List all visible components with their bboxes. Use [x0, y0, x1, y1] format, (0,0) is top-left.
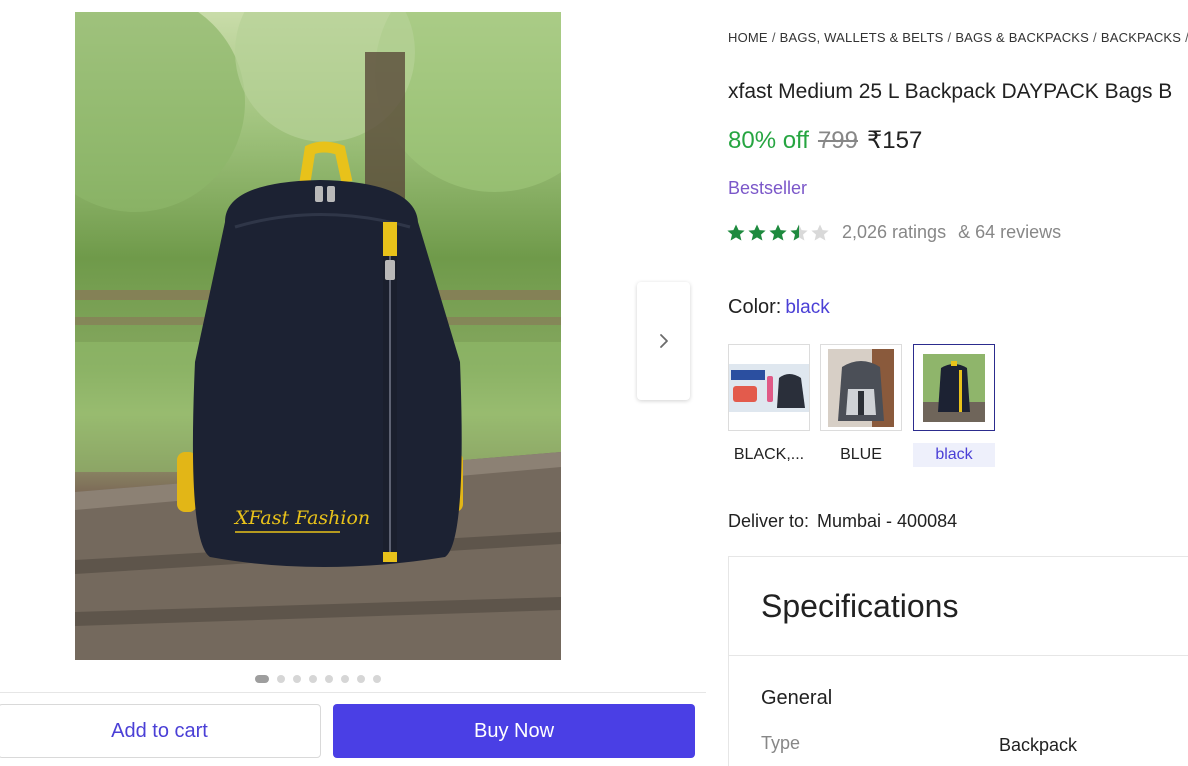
discount-percent: 80% off	[728, 127, 809, 154]
color-swatch-black[interactable]	[913, 344, 995, 431]
color-label-text: Color:	[728, 296, 782, 318]
specifications-panel: Specifications General Type Backpack	[728, 556, 1188, 766]
rating-summary[interactable]: 2,026 ratings & 64 reviews	[726, 222, 1061, 243]
delivery-location[interactable]: Deliver to: Mumbai - 400084	[728, 511, 957, 532]
price-row: 80% off 799 ₹157	[728, 126, 922, 155]
ratings-count[interactable]: 2,026 ratings	[842, 222, 946, 243]
breadcrumb-home[interactable]: HOME	[728, 30, 768, 45]
breadcrumb-bags-wallets-belts[interactable]: BAGS, WALLETS & BELTS	[780, 30, 944, 45]
blue-backpack-thumbnail-icon	[828, 348, 894, 427]
gallery-dot[interactable]	[325, 675, 333, 683]
spec-group-title: General	[761, 687, 833, 709]
color-selector-label: Color: black	[728, 296, 830, 319]
star-full-icon	[769, 224, 787, 240]
next-image-button[interactable]	[637, 282, 690, 400]
spec-value-type: Backpack	[999, 735, 1078, 755]
gallery-dot[interactable]	[341, 675, 349, 683]
swatch-label-black-combo[interactable]: BLACK,...	[728, 443, 810, 467]
product-main-image[interactable]: XFast Fashion	[75, 12, 561, 660]
spec-key-type: Type	[761, 733, 801, 753]
combo-offer-thumbnail-icon	[729, 363, 809, 412]
buy-now-button[interactable]: Buy Now	[333, 704, 695, 758]
star-half-icon	[790, 224, 808, 240]
add-to-cart-button[interactable]: Add to cart	[0, 704, 321, 758]
gallery-dot[interactable]	[373, 675, 381, 683]
reviews-count[interactable]: & 64 reviews	[958, 222, 1061, 243]
color-swatch-blue[interactable]	[820, 344, 902, 431]
delivery-pincode[interactable]: Mumbai - 400084	[817, 511, 957, 531]
gallery-dot[interactable]	[293, 675, 301, 683]
breadcrumb-bags-backpacks[interactable]: BAGS & BACKPACKS	[955, 30, 1089, 45]
brand-logo-text: XFast Fashion	[233, 507, 370, 529]
deliver-to-label: Deliver to:	[728, 511, 810, 531]
swatch-label-black[interactable]: black	[913, 443, 995, 467]
swatch-label-blue[interactable]: BLUE	[820, 443, 902, 467]
gallery-dot-active[interactable]	[255, 675, 269, 683]
original-price: 799	[817, 127, 858, 154]
star-empty-icon	[811, 224, 829, 240]
breadcrumb: HOME / BAGS, WALLETS & BELTS / BAGS & BACKPA…	[728, 30, 1188, 45]
specifications-title: Specifications	[761, 587, 959, 624]
star-rating	[726, 223, 830, 243]
black-backpack-thumbnail-icon	[923, 353, 985, 422]
chevron-right-icon	[659, 334, 668, 348]
breadcrumb-backpacks[interactable]: BACKPACKS	[1101, 30, 1181, 45]
gallery-dot[interactable]	[309, 675, 317, 683]
bestseller-badge: Bestseller	[728, 178, 808, 198]
selling-price: ₹157	[867, 127, 923, 154]
star-full-icon	[748, 224, 766, 240]
gallery-pagination	[255, 675, 381, 683]
gallery-dot[interactable]	[277, 675, 285, 683]
specifications-header[interactable]: Specifications	[729, 557, 1188, 656]
product-title: xfast Medium 25 L Backpack DAYPACK Bags …	[728, 80, 1173, 103]
color-swatch-black-combo[interactable]	[728, 344, 810, 431]
star-full-icon	[727, 224, 745, 240]
gallery-dot[interactable]	[357, 675, 365, 683]
selected-color-value: black	[785, 297, 830, 318]
